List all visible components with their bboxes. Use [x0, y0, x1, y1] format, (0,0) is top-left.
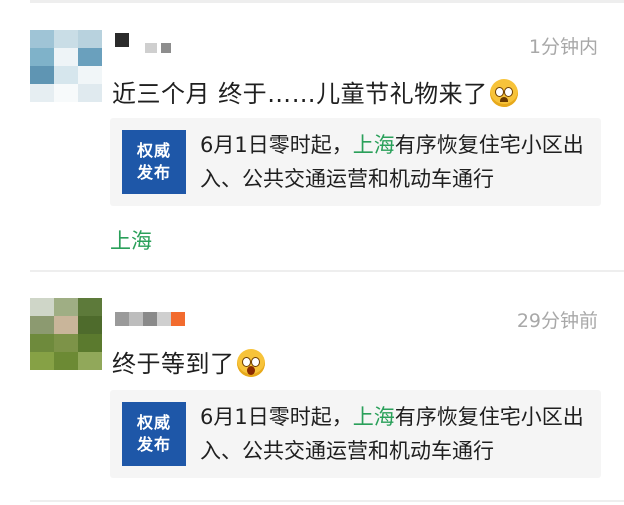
moments-feed: 1分钟内 近三个月 终于……儿童节礼物来了 权威 发布 6月1日零时起，上海有序… [0, 0, 624, 505]
shared-link-card[interactable]: 权威 发布 6月1日零时起，上海有序恢复住宅小区出入、公共交通运营和机动车通行 [110, 390, 601, 478]
post-text-content: 近三个月 终于……儿童节礼物来了 [112, 80, 488, 108]
feed-post: 1分钟内 近三个月 终于……儿童节礼物来了 权威 发布 6月1日零时起，上海有序… [0, 0, 624, 270]
card-text-highlight: 上海 [352, 133, 395, 157]
post-timestamp: 1分钟内 [528, 36, 598, 58]
badge-line-2: 发布 [136, 435, 171, 454]
post-text-content: 终于等到了 [112, 350, 235, 378]
official-release-badge: 权威 发布 [122, 402, 186, 466]
official-release-badge: 权威 发布 [122, 130, 186, 194]
avatar[interactable] [30, 298, 102, 370]
shared-link-card[interactable]: 权威 发布 6月1日零时起，上海有序恢复住宅小区出入、公共交通运营和机动车通行 [110, 118, 601, 206]
feed-post: 29分钟前 终于等到了 权威 发布 6月1日零时起，上海有序恢复住宅小区出入、公… [0, 280, 624, 505]
card-text-highlight: 上海 [352, 405, 395, 429]
card-text-before: 6月1日零时起， [200, 133, 353, 157]
divider [30, 270, 624, 272]
badge-line-1: 权威 [136, 141, 171, 160]
link-card-title: 6月1日零时起，上海有序恢复住宅小区出入、公共交通运营和机动车通行 [200, 128, 590, 196]
divider [30, 500, 624, 502]
link-card-title: 6月1日零时起，上海有序恢复住宅小区出入、公共交通运营和机动车通行 [200, 400, 590, 468]
post-timestamp: 29分钟前 [516, 310, 598, 332]
card-text-before: 6月1日零时起， [200, 405, 353, 429]
post-text: 近三个月 终于……儿童节礼物来了 [112, 74, 518, 109]
shocked-face-icon [236, 349, 265, 377]
badge-line-1: 权威 [136, 413, 171, 432]
badge-line-2: 发布 [136, 163, 171, 182]
crying-face-icon [489, 79, 518, 107]
location-tag[interactable]: 上海 [110, 225, 152, 255]
post-text: 终于等到了 [112, 344, 265, 379]
avatar[interactable] [30, 30, 102, 102]
